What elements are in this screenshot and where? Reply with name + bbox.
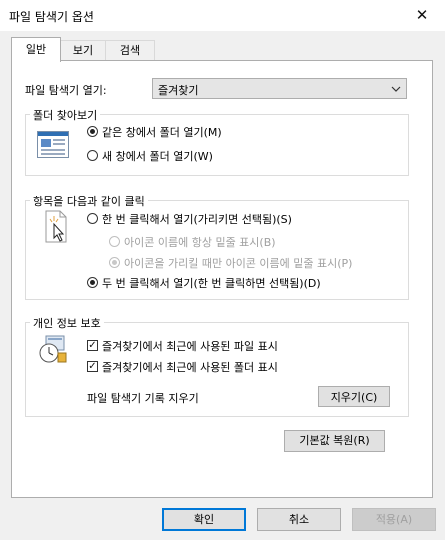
new-window-radio[interactable] — [87, 150, 98, 161]
double-click-radio[interactable] — [87, 277, 98, 288]
apply-button: 적용(A) — [352, 508, 436, 531]
open-explorer-value: 즐겨찾기 — [158, 84, 199, 97]
chevron-down-icon — [391, 86, 401, 92]
same-window-radio[interactable] — [87, 126, 98, 137]
tab-general[interactable]: 일반 — [11, 37, 61, 62]
ok-button[interactable]: 확인 — [162, 508, 246, 531]
window-title: 파일 탐색기 옵션 — [9, 10, 94, 24]
cancel-button[interactable]: 취소 — [257, 508, 341, 531]
recent-files-checkbox[interactable]: ✓ — [87, 340, 98, 351]
tab-search[interactable]: 검색 — [105, 40, 155, 61]
tab-view[interactable]: 보기 — [59, 40, 107, 61]
close-icon[interactable]: ✕ — [410, 4, 434, 26]
open-explorer-dropdown[interactable]: 즐겨찾기 — [152, 78, 407, 99]
single-click-radio[interactable] — [87, 213, 98, 224]
frequent-folders-checkbox[interactable]: ✓ — [87, 361, 98, 372]
clear-history-button[interactable]: 지우기(C) — [318, 386, 390, 407]
restore-defaults-button[interactable]: 기본값 복원(R) — [284, 430, 385, 452]
